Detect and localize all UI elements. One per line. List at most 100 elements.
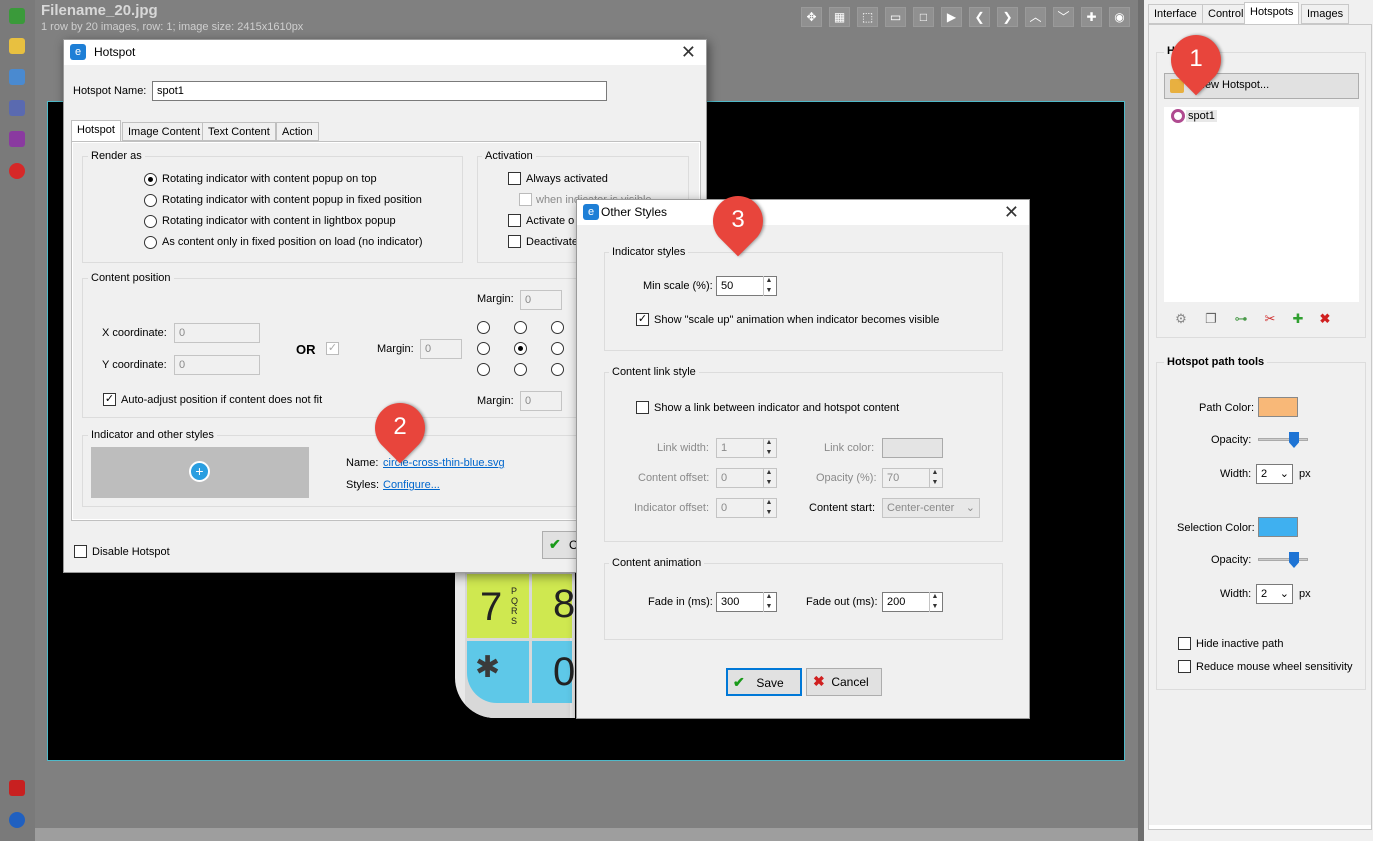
- down-icon[interactable]: ﹀: [1053, 7, 1074, 27]
- link-opacity-spinner[interactable]: ▲ ▼: [929, 468, 940, 488]
- hide-inactive-checkbox[interactable]: [1178, 637, 1191, 650]
- horizontal-scrollbar[interactable]: [35, 828, 1138, 841]
- activate-on-checkbox[interactable]: [508, 214, 521, 227]
- position-tr-radio[interactable]: [551, 321, 564, 334]
- tab-control[interactable]: Control: [1202, 4, 1250, 24]
- min-scale-spinner[interactable]: ▲ ▼: [763, 276, 774, 296]
- when-visible-checkbox[interactable]: [519, 193, 532, 206]
- position-bl-radio[interactable]: [477, 363, 490, 376]
- fade-out-spinner[interactable]: ▲ ▼: [929, 592, 940, 612]
- always-activated-checkbox[interactable]: [508, 172, 521, 185]
- select-icon[interactable]: ⬚: [857, 7, 878, 27]
- prev-icon[interactable]: ❮: [969, 7, 990, 27]
- add-path-icon[interactable]: ⊶: [1232, 311, 1250, 329]
- content-animation-title: Content animation: [609, 557, 705, 569]
- duplicate-icon[interactable]: ❐: [1202, 311, 1220, 329]
- info-icon[interactable]: [9, 812, 25, 828]
- position-ml-radio[interactable]: [477, 342, 490, 355]
- tab-interface[interactable]: Interface: [1148, 4, 1203, 24]
- disable-hotspot-checkbox[interactable]: [74, 545, 87, 558]
- tab-image-content[interactable]: Image Content: [122, 122, 207, 141]
- indicator-styles-title: Indicator styles: [609, 246, 689, 258]
- auto-adjust-checkbox[interactable]: ✓: [103, 393, 116, 406]
- position-bc-radio[interactable]: [514, 363, 527, 376]
- render-option-2-radio[interactable]: [144, 194, 157, 207]
- content-offset-spinner[interactable]: ▲ ▼: [763, 468, 774, 488]
- margin-left-input[interactable]: 0: [420, 339, 462, 359]
- target-icon[interactable]: ◉: [1109, 7, 1130, 27]
- link-style-title: Content link style: [609, 366, 699, 378]
- save-as-icon[interactable]: [9, 100, 25, 116]
- deactivate-checkbox[interactable]: [508, 235, 521, 248]
- link-width-spinner[interactable]: ▲ ▼: [763, 438, 774, 458]
- y-coordinate-input[interactable]: 0: [174, 355, 260, 375]
- margin-top-input[interactable]: 0: [520, 290, 562, 310]
- close-icon[interactable]: ✕: [681, 42, 696, 63]
- add-images-icon[interactable]: [9, 8, 25, 24]
- render-option-4-radio[interactable]: [144, 236, 157, 249]
- path-width-select[interactable]: 2 ⌄: [1256, 464, 1293, 484]
- close-icon[interactable]: [9, 163, 25, 179]
- selection-opacity-slider[interactable]: [1258, 558, 1308, 561]
- position-tl-radio[interactable]: [477, 321, 490, 334]
- link-width-label: Link width:: [657, 442, 709, 454]
- grid-icon[interactable]: ▦: [829, 7, 850, 27]
- delete-icon[interactable]: ✖: [1316, 311, 1334, 329]
- scale-up-label: Show "scale up" animation when indicator…: [654, 314, 940, 326]
- hotspot-dialog-titlebar: e Hotspot ✕: [64, 40, 706, 65]
- tab-hotspots[interactable]: Hotspots: [1244, 2, 1300, 24]
- fade-in-spinner[interactable]: ▲ ▼: [763, 592, 774, 612]
- delete-path-icon[interactable]: ✂: [1261, 311, 1279, 329]
- zoom-in-icon[interactable]: ✚: [1081, 7, 1102, 27]
- play-icon[interactable]: ▶: [941, 7, 962, 27]
- position-mc-radio[interactable]: [514, 342, 527, 355]
- y-coordinate-label: Y coordinate:: [102, 359, 167, 371]
- x-coordinate-input[interactable]: 0: [174, 323, 260, 343]
- selection-width-select[interactable]: 2 ⌄: [1256, 584, 1293, 604]
- cancel-label: Cancel: [831, 675, 869, 689]
- tab-images[interactable]: Images: [1301, 4, 1350, 24]
- hotspot-list[interactable]: [1164, 107, 1359, 302]
- scale-up-checkbox[interactable]: ✓: [636, 313, 649, 326]
- reduce-wheel-checkbox[interactable]: [1178, 660, 1191, 673]
- settings-icon[interactable]: ⚙: [1172, 311, 1190, 329]
- show-link-checkbox[interactable]: [636, 401, 649, 414]
- path-opacity-slider[interactable]: [1258, 438, 1308, 441]
- selection-color-label: Selection Color:: [1177, 522, 1255, 534]
- add-point-icon[interactable]: ✚: [1289, 311, 1307, 329]
- margin-bottom-input[interactable]: 0: [520, 391, 562, 411]
- position-br-radio[interactable]: [551, 363, 564, 376]
- link-color-label: Link color:: [824, 442, 875, 454]
- activation-title: Activation: [482, 150, 536, 162]
- tab-action[interactable]: Action: [276, 122, 319, 141]
- or-checkbox[interactable]: ✓: [326, 342, 339, 355]
- hotspot-name-input[interactable]: spot1: [152, 81, 607, 101]
- pdf-icon[interactable]: [9, 780, 25, 796]
- link-color-swatch[interactable]: [882, 438, 943, 458]
- configure-link[interactable]: Configure...: [383, 479, 440, 491]
- selection-color-swatch[interactable]: [1258, 517, 1298, 537]
- position-mr-radio[interactable]: [551, 342, 564, 355]
- content-start-select[interactable]: Center-center ⌄: [882, 498, 980, 518]
- open-folder-icon[interactable]: [9, 38, 25, 54]
- close-icon[interactable]: ✕: [1004, 202, 1019, 223]
- frame-icon[interactable]: □: [913, 7, 934, 27]
- path-color-swatch[interactable]: [1258, 397, 1298, 417]
- move-icon[interactable]: ✥: [801, 7, 822, 27]
- upload-icon[interactable]: [9, 69, 25, 85]
- up-icon[interactable]: ︿: [1025, 7, 1046, 27]
- path-color-label: Path Color:: [1199, 402, 1255, 414]
- position-tc-radio[interactable]: [514, 321, 527, 334]
- hotspot-target-icon: [1171, 109, 1185, 123]
- render-option-1-radio[interactable]: [144, 173, 157, 186]
- indicator-offset-spinner[interactable]: ▲ ▼: [763, 498, 774, 518]
- hotspot-list-item[interactable]: spot1: [1186, 110, 1217, 122]
- tab-hotspot[interactable]: Hotspot: [71, 120, 121, 141]
- filmstrip-icon[interactable]: ▭: [885, 7, 906, 27]
- path-tools-title: Hotspot path tools: [1164, 356, 1268, 368]
- save-icon[interactable]: [9, 131, 25, 147]
- tab-text-content[interactable]: Text Content: [202, 122, 276, 141]
- save-label: Save: [756, 676, 784, 690]
- next-icon[interactable]: ❯: [997, 7, 1018, 27]
- render-option-3-radio[interactable]: [144, 215, 157, 228]
